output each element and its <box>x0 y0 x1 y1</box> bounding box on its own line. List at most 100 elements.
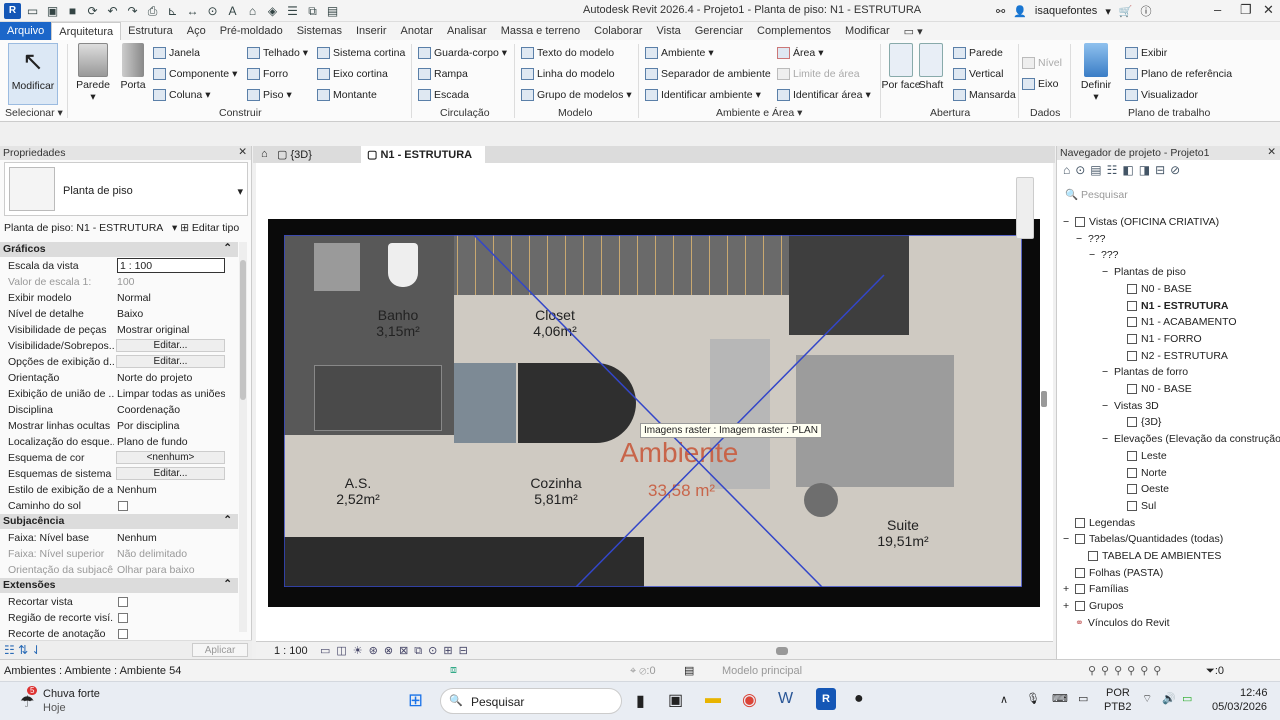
tab-arquitetura[interactable]: Arquitetura <box>51 22 122 40</box>
tab-anotar[interactable]: Anotar <box>394 22 440 40</box>
instance-selector[interactable]: Planta de piso: N1 - ESTRUTURA <box>4 222 163 234</box>
tab-pre-moldado[interactable]: Pré-moldado <box>213 22 290 40</box>
section-graficos[interactable]: Gráficos ⌃ <box>0 242 238 257</box>
tree-item[interactable]: − Vistas (OFICINA CRIATIVA) <box>1063 216 1219 228</box>
close-icon[interactable]: ✕ <box>1267 146 1276 158</box>
thin-lines-icon[interactable]: ☰ <box>284 3 301 19</box>
undo-icon[interactable]: ↶ <box>104 3 121 19</box>
text-icon[interactable]: A <box>224 3 241 19</box>
chevron-down-icon[interactable]: ▾ <box>1105 5 1111 18</box>
vertical-button[interactable]: Vertical <box>953 68 1003 80</box>
property-row[interactable]: Mostrar linhas ocultas Por disciplina <box>0 418 238 434</box>
property-row[interactable]: Região de recorte visí... <box>0 610 238 626</box>
weather-icon[interactable]: ☂ <box>20 692 34 712</box>
property-value[interactable]: Por disciplina <box>117 420 225 432</box>
property-row[interactable]: Opções de exibição d... Editar... <box>0 354 238 370</box>
filter-icon[interactable]: ⏷:0 <box>1206 665 1224 678</box>
sync-icon[interactable]: ⟳ <box>84 3 101 19</box>
sistema-cortina-button[interactable]: Sistema cortina <box>317 47 405 59</box>
property-value[interactable]: Baixo <box>117 308 225 320</box>
parede-button[interactable]: Parede ▾ <box>72 43 114 103</box>
battery-icon[interactable]: ▭ <box>1182 692 1192 705</box>
property-row[interactable]: Faixa: Nível superior Não delimitado <box>0 546 238 562</box>
texto-modelo-button[interactable]: Texto do modelo <box>521 47 614 59</box>
redo-icon[interactable]: ↷ <box>124 3 141 19</box>
vertical-scrollbar[interactable] <box>1041 391 1047 407</box>
property-row[interactable]: Exibir modelo Normal <box>0 290 238 306</box>
section-extensoes[interactable]: Extensões ⌃ <box>0 578 238 593</box>
tree-item[interactable]: Folhas (PASTA) <box>1063 567 1163 579</box>
tree-item[interactable]: Oeste <box>1115 483 1169 495</box>
tree-item[interactable]: − Plantas de forro <box>1102 366 1188 378</box>
start-icon[interactable]: ⊞ <box>408 690 423 711</box>
property-row[interactable]: Exibição de união de ... Limpar todas as … <box>0 386 238 402</box>
cart-icon[interactable]: 🛒 <box>1119 5 1133 18</box>
dimension-icon[interactable]: ↔ <box>184 3 201 19</box>
tab-inserir[interactable]: Inserir <box>349 22 394 40</box>
apply-button[interactable]: Aplicar <box>192 643 248 657</box>
tab-n1-estrutura[interactable]: ▢ N1 - ESTRUTURA ✕ <box>361 146 485 174</box>
close-icon[interactable]: ✕ <box>1263 2 1274 18</box>
user-icon[interactable]: 👤 <box>1013 5 1027 18</box>
separador-ambiente-button[interactable]: Separador de ambiente <box>645 68 771 80</box>
property-value[interactable]: Nenhum <box>117 484 225 496</box>
property-value[interactable]: Plano de fundo <box>117 436 225 448</box>
janela-button[interactable]: Janela <box>153 47 200 59</box>
property-row[interactable]: Faixa: Nível base Nenhum <box>0 530 238 546</box>
property-value[interactable]: Normal <box>117 292 225 304</box>
browser-search[interactable]: 🔍 Pesquisar <box>1065 188 1273 206</box>
property-row[interactable]: Valor de escala 1: 100 <box>0 274 238 290</box>
tree-item[interactable]: + Grupos <box>1063 600 1123 612</box>
tree-item[interactable]: −??? <box>1089 249 1119 261</box>
github-icon[interactable]: ● <box>854 690 864 708</box>
modificar-button[interactable]: ↖ Modificar <box>8 43 58 105</box>
tray-chevron-icon[interactable]: ∧ <box>1000 693 1008 706</box>
grupo-modelos-button[interactable]: Grupo de modelos ▾ <box>521 89 632 101</box>
restore-icon[interactable]: ❐ <box>1240 2 1252 18</box>
tree-item[interactable]: − Tabelas/Quantidades (todas) <box>1063 533 1223 545</box>
selecionar-dropdown[interactable]: Selecionar ▾ <box>5 107 63 119</box>
edit-button[interactable]: Editar... <box>116 355 225 368</box>
tab-analisar[interactable]: Analisar <box>440 22 494 40</box>
property-row[interactable]: Localização do esque... Plano de fundo <box>0 434 238 450</box>
tree-item[interactable]: − Plantas de piso <box>1102 266 1186 278</box>
worksets-icon[interactable]: ⧈ <box>450 664 457 677</box>
area-button[interactable]: Área ▾ <box>777 47 823 59</box>
task-view-icon[interactable]: ▮ <box>636 691 645 711</box>
active-model[interactable]: Modelo principal <box>722 665 802 677</box>
tab-estrutura[interactable]: Estrutura <box>121 22 180 40</box>
tree-item[interactable]: + Famílias <box>1063 583 1129 595</box>
property-value[interactable]: 100 <box>117 276 225 288</box>
shaft-button[interactable]: Shaft <box>910 43 952 91</box>
navigation-bar[interactable] <box>1016 177 1034 239</box>
clock-date[interactable]: 05/03/2026 <box>1212 701 1267 713</box>
language-layout[interactable]: PTB2 <box>1104 701 1132 713</box>
ambiente-button[interactable]: Ambiente ▾ <box>645 47 714 59</box>
tab-modificar[interactable]: Modificar <box>838 22 897 40</box>
checkbox[interactable] <box>118 501 128 511</box>
property-value[interactable]: Nenhum <box>117 532 225 544</box>
minimize-icon[interactable]: – <box>1214 2 1221 17</box>
measure-icon[interactable]: ⊾ <box>164 3 181 19</box>
checkbox[interactable] <box>118 613 128 623</box>
checkbox[interactable] <box>118 629 128 639</box>
weather-text[interactable]: Chuva forte <box>43 688 100 700</box>
revit-taskbar-icon[interactable]: R <box>816 688 836 710</box>
tree-item[interactable]: Sul <box>1115 500 1156 512</box>
wifi-icon[interactable]: ⌔ <box>1142 692 1152 706</box>
tree-item[interactable]: N2 - ESTRUTURA <box>1115 350 1228 362</box>
switch-windows-icon[interactable]: ▤ <box>324 3 341 19</box>
properties-help-icon[interactable]: ☷ ⇅ ⇃ <box>4 643 42 657</box>
horizontal-scrollbar[interactable] <box>776 647 788 655</box>
tree-item[interactable]: N1 - ESTRUTURA <box>1115 300 1229 312</box>
tab-arquivo[interactable]: Arquivo <box>0 22 52 40</box>
keyboard-icon[interactable]: ⌨ <box>1052 692 1068 705</box>
property-value[interactable]: Limpar todas as uniões... <box>117 388 225 400</box>
scale-field[interactable]: 1 : 100 <box>117 258 225 273</box>
property-row[interactable]: Visibilidade/Sobrepos... Editar... <box>0 338 238 354</box>
save-icon[interactable]: ■ <box>64 3 81 19</box>
tab-gerenciar[interactable]: Gerenciar <box>688 22 750 40</box>
piso-button[interactable]: Piso ▾ <box>247 89 292 101</box>
tab-sistemas[interactable]: Sistemas <box>290 22 349 40</box>
binoculars-icon[interactable]: ⚯ <box>996 5 1005 18</box>
